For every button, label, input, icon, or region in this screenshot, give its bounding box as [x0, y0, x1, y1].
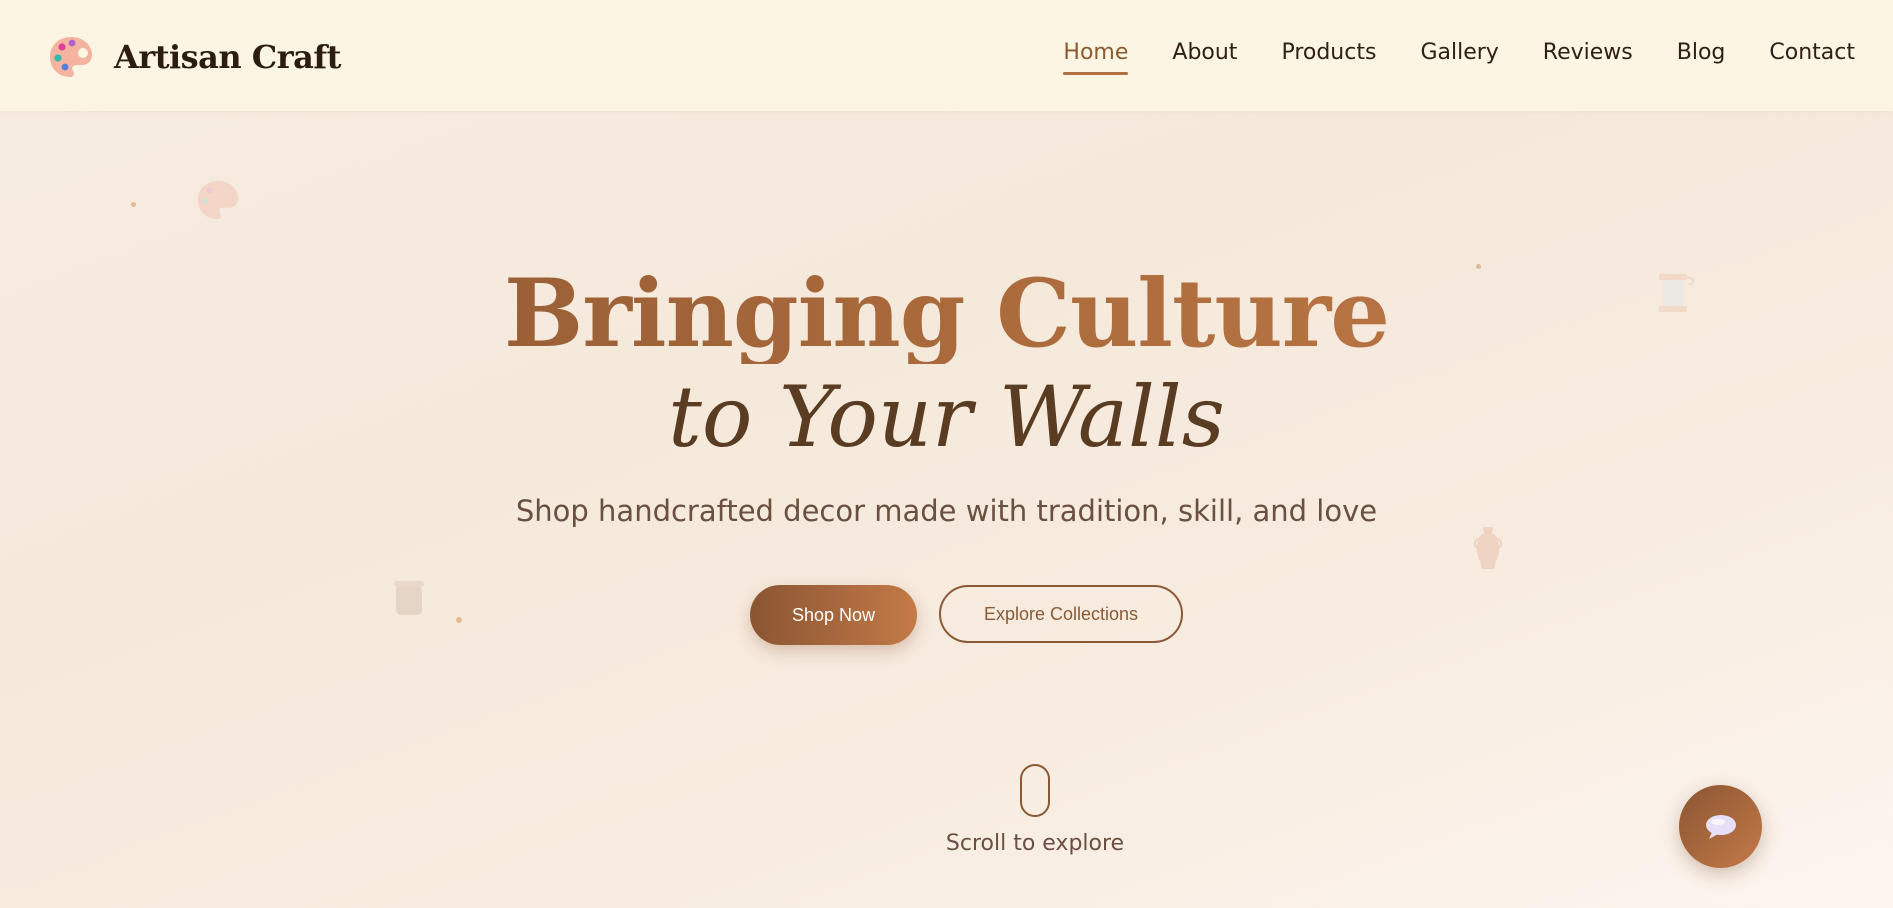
scroll-indicator[interactable]: Scroll to explore: [0, 764, 1893, 856]
hero-subtitle: Shop handcrafted decor made with traditi…: [515, 494, 1378, 528]
main-nav: Home About Products Gallery Reviews Blog…: [1063, 40, 1855, 75]
site-header: Artisan Craft Home About Products Galler…: [0, 0, 1893, 111]
hero-cta-group: Shop Now Explore Collections: [0, 585, 1893, 645]
chat-button[interactable]: [1679, 785, 1762, 868]
hero-title: Bringing Culture: [0, 264, 1893, 364]
nav-item-gallery[interactable]: Gallery: [1420, 40, 1498, 75]
nav-item-about[interactable]: About: [1172, 40, 1237, 75]
scroll-label: Scroll to explore: [945, 831, 1125, 856]
palette-icon: [50, 37, 92, 77]
nav-item-contact[interactable]: Contact: [1769, 40, 1855, 75]
shop-now-button[interactable]: Shop Now: [750, 585, 917, 645]
hero-section: Bringing Culture to Your Walls Shop hand…: [0, 111, 1893, 908]
nav-item-reviews[interactable]: Reviews: [1543, 40, 1633, 75]
nav-item-products[interactable]: Products: [1281, 40, 1376, 75]
brand[interactable]: Artisan Craft: [48, 34, 341, 80]
explore-collections-button[interactable]: Explore Collections: [939, 585, 1183, 643]
nav-item-home[interactable]: Home: [1063, 40, 1128, 75]
hero-title-script: to Your Walls: [668, 368, 1225, 466]
nav-item-blog[interactable]: Blog: [1677, 40, 1726, 75]
mouse-icon: [1020, 764, 1050, 817]
brand-name: Artisan Craft: [114, 38, 341, 76]
speech-bubble-icon: [1705, 814, 1736, 839]
